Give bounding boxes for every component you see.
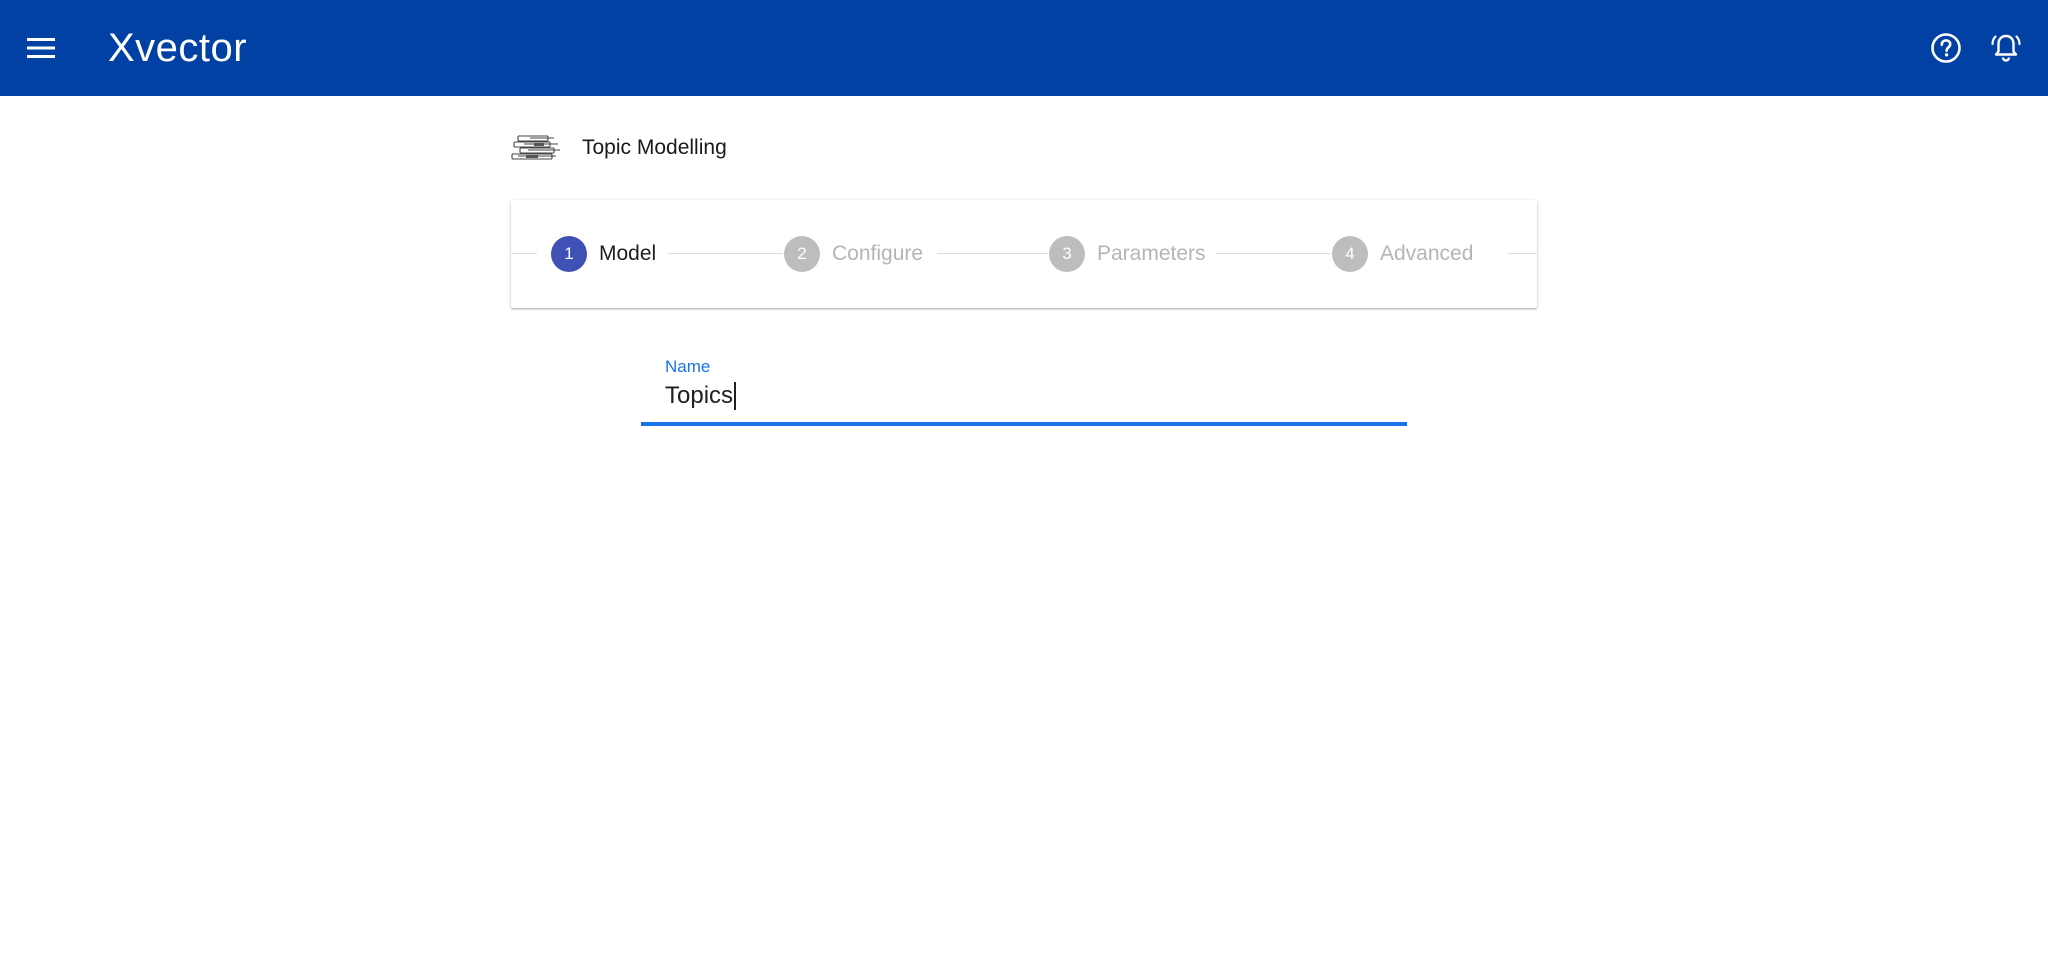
stepper-connector: [1508, 253, 1537, 254]
bell-icon: [1991, 34, 2021, 62]
step-label: Model: [599, 242, 657, 265]
stepper: 1 Model 2 Configure 3 Parameters 4 Advan…: [511, 200, 1537, 308]
text-caret: [734, 382, 737, 410]
name-field-label: Name: [665, 357, 711, 376]
page-title: Topic Modelling: [582, 136, 727, 159]
name-field-underline: [641, 422, 1407, 426]
stepper-connector: [511, 253, 537, 254]
help-circle-icon: [1931, 33, 1961, 63]
help-button[interactable]: [1928, 30, 1964, 66]
step-parameters[interactable]: 3 Parameters: [1049, 236, 1206, 272]
step-label: Advanced: [1380, 242, 1474, 265]
app-bar: Xvector: [0, 0, 2048, 96]
notifications-button[interactable]: [1988, 30, 2024, 66]
step-number: 2: [784, 236, 820, 272]
name-input-value: Topics: [665, 382, 734, 409]
step-model[interactable]: 1 Model: [551, 236, 656, 272]
step-label: Configure: [832, 242, 924, 265]
step-label: Parameters: [1097, 242, 1206, 265]
page-header: Topic Modelling: [510, 132, 727, 164]
step-configure[interactable]: 2 Configure: [784, 236, 923, 272]
stepper-connector: [668, 253, 783, 254]
step-number: 1: [551, 236, 587, 272]
step-number: 3: [1049, 236, 1085, 272]
stepper-connector: [1216, 253, 1331, 254]
step-number: 4: [1332, 236, 1368, 272]
name-input[interactable]: Topics: [665, 382, 737, 410]
menu-icon: [27, 38, 55, 58]
topic-modelling-logo-icon: [511, 135, 560, 160]
menu-button[interactable]: [24, 31, 58, 65]
stepper-connector: [937, 253, 1048, 254]
name-field[interactable]: Name Topics: [641, 350, 1407, 428]
brand-logo[interactable]: Xvector: [108, 24, 247, 72]
step-advanced[interactable]: 4 Advanced: [1332, 236, 1473, 272]
